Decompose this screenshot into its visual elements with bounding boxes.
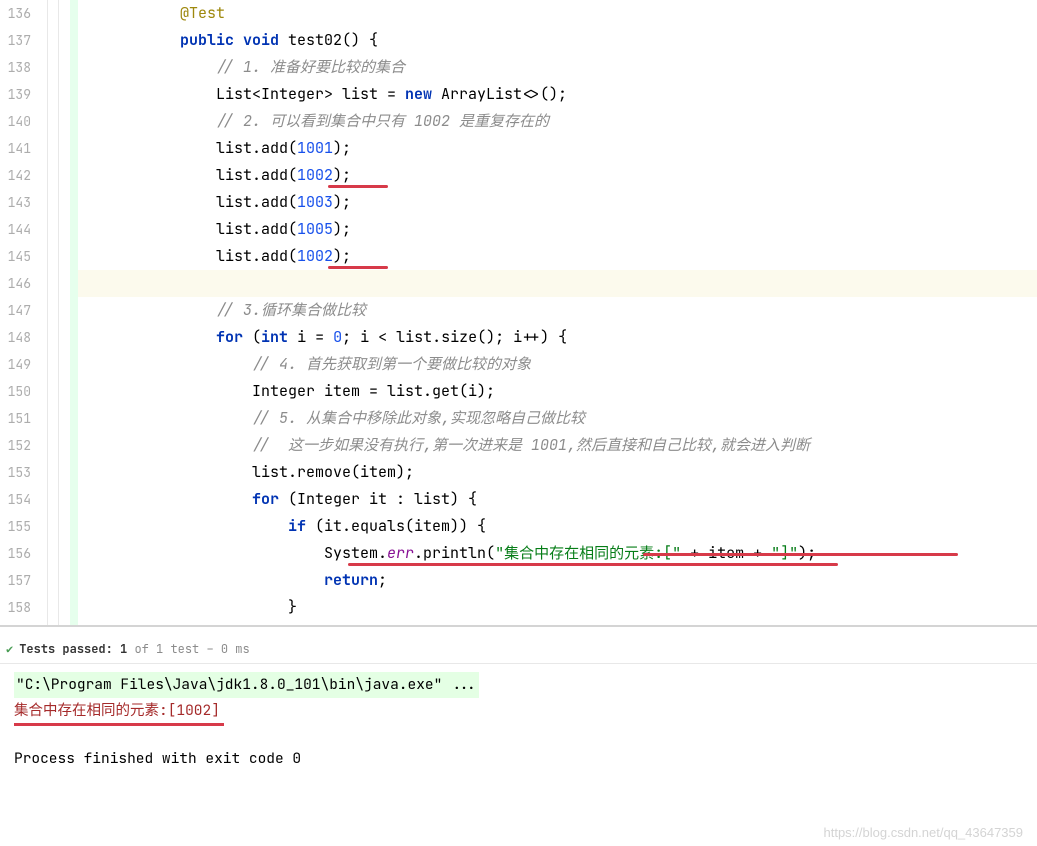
code-line[interactable]: list.add(1003); <box>108 189 1037 216</box>
code-line[interactable]: Integer item = list.get(i); <box>108 378 1037 405</box>
code-line[interactable]: // 5. 从集合中移除此对象,实现忽略自己做比较 <box>108 405 1037 432</box>
red-underline-icon <box>14 723 224 726</box>
code-area[interactable]: @Test public void test02() { // 1. 准备好要比… <box>78 0 1037 625</box>
red-underline-icon <box>643 553 958 556</box>
red-underline-icon <box>328 266 388 269</box>
test-status-bar: ✔ Tests passed: 1 of 1 test – 0 ms <box>0 627 1037 664</box>
red-underline-icon <box>328 185 388 188</box>
check-icon: ✔ <box>6 641 13 657</box>
code-line[interactable]: for (Integer it : list) { <box>108 486 1037 513</box>
code-line[interactable]: // 1. 准备好要比较的集合 <box>108 54 1037 81</box>
code-line[interactable]: list.add(1005); <box>108 216 1037 243</box>
line-number-gutter[interactable]: 1361371381391401411421431441451461471481… <box>0 0 48 625</box>
code-line[interactable]: // 3.循环集合做比较 <box>108 297 1037 324</box>
code-line[interactable]: list.add(1002); <box>108 162 1037 189</box>
code-line[interactable]: list.add(1002); <box>108 243 1037 270</box>
console-exit-line: Process finished with exit code 0 <box>14 746 1023 772</box>
code-line[interactable]: @Test <box>108 0 1037 27</box>
code-line[interactable]: public void test02() { <box>108 27 1037 54</box>
code-line[interactable]: // 这一步如果没有执行,第一次进来是 1001,然后直接和自己比较,就会进入判… <box>108 432 1037 459</box>
fold-column[interactable] <box>48 0 70 625</box>
tests-passed-label: Tests passed: 1 of 1 test – 0 ms <box>19 641 249 657</box>
watermark-text: https://blog.csdn.net/qq_43647359 <box>824 825 1024 840</box>
code-line[interactable]: List<Integer> list = new ArrayList<>(); <box>108 81 1037 108</box>
code-line[interactable]: list.remove(item); <box>108 459 1037 486</box>
code-line[interactable]: // 4. 首先获取到第一个要做比较的对象 <box>108 351 1037 378</box>
code-line[interactable]: // 2. 可以看到集合中只有 1002 是重复存在的 <box>108 108 1037 135</box>
code-line[interactable]: System.err.println("集合中存在相同的元素:[" + item… <box>108 540 1037 567</box>
diff-stripe <box>70 0 78 625</box>
console-error-line: 集合中存在相同的元素:[1002] <box>14 698 220 724</box>
code-line[interactable]: } <box>108 594 1037 621</box>
console-command: "C:\Program Files\Java\jdk1.8.0_101\bin\… <box>14 672 479 698</box>
code-line[interactable]: if (it.equals(item)) { <box>108 513 1037 540</box>
code-line[interactable]: return; <box>108 567 1037 594</box>
editor-pane: 1361371381391401411421431441451461471481… <box>0 0 1037 627</box>
code-line[interactable]: list.add(1001); <box>108 135 1037 162</box>
console-output[interactable]: "C:\Program Files\Java\jdk1.8.0_101\bin\… <box>0 664 1037 780</box>
code-line[interactable] <box>78 270 1037 297</box>
red-underline-icon <box>348 563 838 566</box>
code-line[interactable]: for (int i = 0; i < list.size(); i++) { <box>108 324 1037 351</box>
